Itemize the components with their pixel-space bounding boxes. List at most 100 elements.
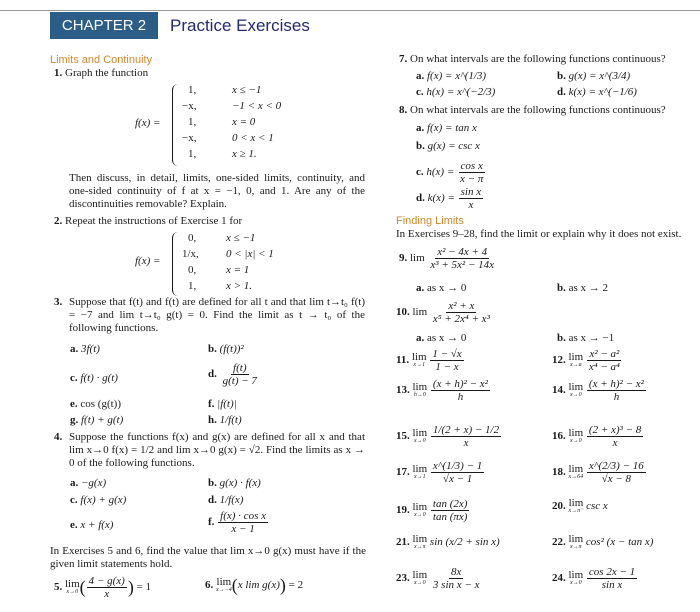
part-c: c. h(x) = cos xx − π: [416, 160, 485, 185]
finding-limits-intro: In Exercises 9–28, find the limit or exp…: [396, 228, 682, 240]
limit-operator: lim x→0: [412, 427, 428, 445]
exercise-1-discussion: Then discuss, in detail, limits, one-sid…: [69, 172, 365, 210]
part-f: f. |f(t)|: [208, 398, 237, 410]
exercise-number: 11.: [396, 354, 410, 367]
exercise-2-prompt: 2. Repeat the instructions of Exercise 1…: [54, 215, 243, 227]
limit-expression: 1/(2 + x) − 1/2 x: [430, 424, 502, 449]
exercise-10-b: b. as x → −1: [557, 332, 615, 344]
exercise-number: 20.: [552, 500, 566, 513]
part-b: b. (f(t))²: [208, 343, 244, 355]
limit-operator: lim x→π: [568, 533, 584, 551]
exercise-17: 17. lim x→1 x^(1/3) − 1 √x − 1: [396, 460, 485, 485]
limit-operator: lim x→π⁻: [568, 497, 584, 515]
part-e: e. x + f(x): [70, 519, 114, 531]
limit-expression: x^(2/3) − 16 √x − 8: [586, 460, 646, 485]
exercise-8-prompt: 8. On what intervals are the following f…: [399, 104, 666, 116]
case-row: 1, x ≥ 1.: [188, 148, 257, 160]
limit-expression: cos² (x − tan x): [585, 536, 654, 549]
case-row: 0, x ≤ −1: [188, 232, 256, 244]
exercise-number: 23.: [396, 572, 410, 585]
part-a: a. f(x) = tan x: [416, 122, 477, 134]
part-d: d. k(x) = sin xx: [416, 186, 484, 211]
exercise-1-prompt: 1. Graph the function: [54, 67, 149, 79]
top-divider: [0, 10, 700, 11]
part-g: g. f(t) + g(t): [70, 414, 124, 426]
part-e: e. cos (g(t)): [70, 398, 122, 410]
limit-expression: tan (2x) tan (πx): [430, 498, 470, 523]
part-c: c. h(x) = x^(−2/3): [416, 86, 496, 98]
exercise-number: 15.: [396, 430, 410, 443]
exercise-15: 15. lim x→0 1/(2 + x) − 1/2 x: [396, 424, 502, 449]
exercise-6: 6. lim x→−4 (x lim g(x)) = 2: [205, 575, 304, 595]
exercise-9-b: b. as x → 2: [557, 282, 609, 294]
exercise-23: 23. lim x→0 8x 3 sin x − x: [396, 566, 482, 591]
exercise-number: 21.: [396, 536, 410, 549]
limit-operator: lim x→π: [412, 533, 428, 551]
exercise-number: 17.: [396, 466, 410, 479]
exercise-5: 5. lim x→0(4 − g(x) x) = 1: [54, 575, 152, 600]
exercise-10: 10. lim x² + x x⁵ + 2x⁴ + x³: [396, 300, 490, 325]
exercises-5-6-intro: In Exercises 5 and 6, find the value tha…: [50, 545, 366, 570]
part-a: a. 3f(t): [70, 343, 100, 355]
exercise-number: 19.: [396, 504, 410, 517]
exercise-number: 13.: [396, 384, 410, 397]
exercise-number: 14.: [552, 384, 566, 397]
exercise-number: 24.: [552, 572, 566, 585]
exercise-3-prompt: Suppose that f(t) and f(t) are defined f…: [69, 296, 365, 334]
exercise-24: 24. lim x→0 cos 2x − 1 sin x: [552, 566, 638, 591]
exercise-number: 22.: [552, 536, 566, 549]
part-d: d. k(x) = x^(−1/6): [557, 86, 637, 98]
case-row: 1/x, 0 < |x| < 1: [182, 248, 274, 260]
section-heading-finding-limits: Finding Limits: [396, 215, 464, 227]
limit-operator: lim x→0: [568, 381, 584, 399]
limit-operator: lim h→0: [412, 381, 428, 399]
page-title: Practice Exercises: [170, 16, 310, 35]
section-heading-limits-continuity: Limits and Continuity: [50, 54, 153, 66]
limit-expression: sin (x/2 + sin x): [429, 536, 500, 549]
exercise-11: 11. lim x→1 1 − √x 1 − x: [396, 348, 465, 373]
limit-operator: lim x→1: [412, 463, 428, 481]
exercise-22: 22. lim x→π cos² (x − tan x): [552, 534, 653, 551]
part-h: h. 1/f(t): [208, 414, 242, 426]
limit-operator: lim x→0: [568, 427, 584, 445]
limit-expression: (x + h)² − x² h: [430, 378, 490, 403]
exercise-4-prompt: Suppose the functions f(x) and g(x) are …: [69, 431, 365, 469]
limit-expression: x^(1/3) − 1 √x − 1: [430, 460, 485, 485]
limit-operator: lim x→a: [568, 351, 584, 369]
part-b: b. g(x) = x^(3/4): [557, 70, 631, 82]
limit-expression: 8x 3 sin x − x: [432, 566, 480, 591]
brace: [172, 232, 179, 296]
exercise-19: 19. lim x→0 tan (2x) tan (πx): [396, 498, 470, 523]
limit-expression: 1 − √x 1 − x: [430, 348, 464, 373]
exercise-number: 18.: [552, 466, 566, 479]
exercise-21: 21. lim x→π sin (x/2 + sin x): [396, 534, 500, 551]
case-row: 0, x = 1: [188, 264, 250, 276]
part-b: b. g(x) · f(x): [208, 477, 261, 489]
part-a: a. −g(x): [70, 477, 107, 489]
part-b: b. g(x) = csc x: [416, 140, 480, 152]
exercise-9: 9. lim x² − 4x + 4 x³ + 5x² − 14x: [399, 246, 495, 271]
case-row: −x, 0 < x < 1: [182, 132, 274, 144]
part-d: d. f(t) g(t) − 7: [208, 362, 257, 387]
chapter-label: CHAPTER 2: [50, 12, 158, 39]
limit-operator: lim x→64: [568, 463, 584, 481]
exercise-13: 13. lim h→0 (x + h)² − x² h: [396, 378, 491, 403]
exercise-3-number: 3.: [54, 296, 63, 308]
limit-operator: lim x→0: [412, 569, 428, 587]
exercise-10-a: a. as x → 0: [416, 332, 467, 344]
brace: [172, 84, 179, 166]
exercise-16: 16. lim x→0 (2 + x)³ − 8x: [552, 424, 644, 449]
limit-expression: (2 + x)³ − 8x: [586, 424, 644, 449]
part-d: d. 1/f(x): [208, 494, 244, 506]
limit-operator: lim x→0: [568, 569, 584, 587]
limit-operator: lim x→0: [412, 501, 428, 519]
exercise-number: 12.: [552, 354, 566, 367]
part-c: c. f(x) + g(x): [70, 494, 127, 506]
case-row: 1, x > 1.: [188, 280, 253, 292]
part-a: a. f(x) = x^(1/3): [416, 70, 487, 82]
exercise-number: 16.: [552, 430, 566, 443]
part-c: c. f(t) · g(t): [70, 372, 118, 384]
limit-expression: (x + h)² − x² h: [586, 378, 646, 403]
exercise-14: 14. lim x→0 (x + h)² − x² h: [552, 378, 647, 403]
exercise-9-a: a. as x → 0: [416, 282, 467, 294]
